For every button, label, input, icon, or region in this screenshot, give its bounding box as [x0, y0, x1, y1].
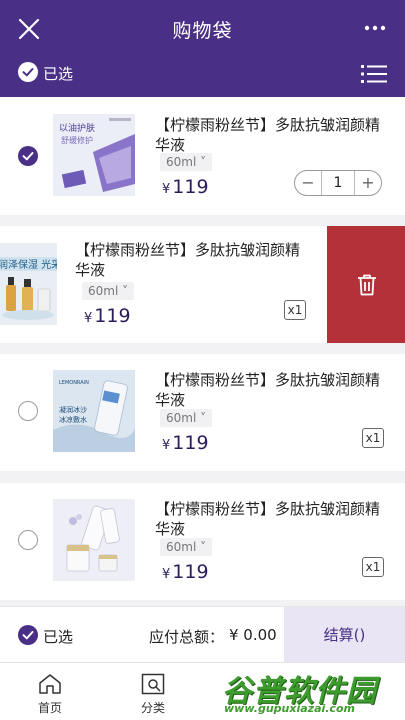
- product-title[interactable]: 【柠檬雨粉丝节】多肽抗皱润颜精华液: [155, 370, 385, 410]
- product-image[interactable]: 润泽保湿 光采焕亮: [0, 243, 57, 325]
- spec-value: 60ml: [88, 284, 119, 298]
- image-caption: 凝润冰沙: [59, 405, 87, 414]
- spec-value: 60ml: [166, 155, 197, 169]
- cart-item: 以油护肤 舒缓修护 【柠檬雨粉丝节】多肽抗皱润颜精华液 60ml ˅ ¥119 …: [0, 97, 405, 215]
- product-image[interactable]: [53, 499, 135, 581]
- cart-item: LEMONRAIN 凝润冰沙 冰凉敷水 【柠檬雨粉丝节】多肽抗皱润颜精华液 60…: [0, 354, 405, 471]
- list-icon[interactable]: [361, 63, 387, 85]
- delete-button[interactable]: [327, 226, 405, 343]
- product-image[interactable]: LEMONRAIN 凝润冰沙 冰凉敷水: [53, 370, 135, 452]
- total-label: 应付总额：: [149, 628, 225, 646]
- tab-category[interactable]: 分类: [113, 663, 193, 720]
- image-caption: 以油护肤: [59, 122, 95, 134]
- watermark-logo: 谷普软件园 www.gupuxiazai.com: [222, 668, 400, 718]
- quantity-badge: x1: [362, 557, 384, 577]
- page-title: 购物袋: [172, 20, 233, 42]
- image-caption: 舒缓修护: [61, 135, 93, 145]
- item-check-icon[interactable]: [18, 530, 38, 550]
- item-check-icon[interactable]: [18, 146, 38, 166]
- increase-button[interactable]: +: [355, 171, 381, 195]
- quantity-value[interactable]: 1: [321, 171, 355, 195]
- header-bar: 购物袋 已选: [0, 0, 405, 97]
- product-title[interactable]: 【柠檬雨粉丝节】多肽抗皱润颜精华液: [155, 499, 385, 539]
- product-image[interactable]: 以油护肤 舒缓修护: [53, 114, 135, 196]
- spec-select[interactable]: 60ml ˅: [160, 153, 213, 171]
- watermark-url: www.gupuxiazai.com: [224, 702, 355, 715]
- selected-label[interactable]: 已选: [43, 63, 73, 84]
- item-check-icon[interactable]: [18, 401, 38, 421]
- quantity-stepper: − 1 +: [294, 170, 382, 196]
- product-title[interactable]: 【柠檬雨粉丝节】多肽抗皱润颜精华液: [155, 115, 385, 155]
- spec-select[interactable]: 60ml ˅: [82, 282, 135, 300]
- cart-item: 【柠檬雨粉丝节】多肽抗皱润颜精华液 60ml ˅ ¥119 x1: [0, 483, 405, 600]
- image-caption: 润泽保湿 光采焕亮: [0, 258, 57, 271]
- select-all-check-icon[interactable]: [18, 62, 38, 82]
- decrease-button[interactable]: −: [295, 171, 321, 195]
- image-caption: 冰凉敷水: [59, 415, 87, 424]
- spec-value: 60ml: [166, 411, 197, 425]
- select-all-check-icon[interactable]: [18, 625, 38, 645]
- quantity-badge: x1: [362, 428, 384, 448]
- tab-label: 首页: [37, 701, 62, 715]
- selected-label[interactable]: 已选: [43, 626, 73, 647]
- product-price: ¥119: [162, 561, 209, 583]
- tab-label: 分类: [140, 701, 165, 715]
- svg-text:LEMONRAIN: LEMONRAIN: [59, 380, 89, 386]
- category-search-icon: [141, 673, 165, 695]
- checkout-bar: 已选 应付总额： ¥ 0.00 结算(): [0, 606, 405, 663]
- product-price: ¥119: [84, 305, 131, 327]
- home-icon: [39, 674, 61, 694]
- total-value: ¥ 0.00: [229, 626, 277, 644]
- trash-icon: [358, 274, 376, 296]
- quantity-badge: x1: [284, 300, 306, 320]
- spec-select[interactable]: 60ml ˅: [160, 409, 213, 427]
- product-price: ¥119: [162, 176, 209, 198]
- spec-select[interactable]: 60ml ˅: [160, 538, 213, 556]
- product-title[interactable]: 【柠檬雨粉丝节】多肽抗皱润颜精华液: [75, 240, 305, 280]
- cart-item-swiped: 润泽保湿 光采焕亮 【柠檬雨粉丝节】多肽抗皱润颜精华液 60ml ˅ ¥119 …: [0, 226, 405, 343]
- checkout-button[interactable]: 结算(): [284, 607, 405, 663]
- spec-value: 60ml: [166, 540, 197, 554]
- tab-home[interactable]: 首页: [10, 663, 90, 720]
- more-icon[interactable]: [363, 16, 387, 40]
- product-price: ¥119: [162, 432, 209, 454]
